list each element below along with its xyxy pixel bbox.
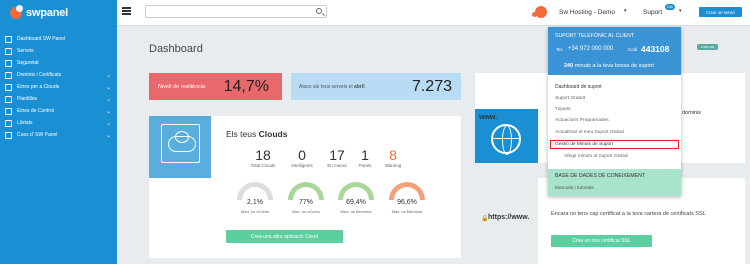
caret-down-icon[interactable]: ▾ (679, 8, 682, 14)
knowledge-base-title: BASE DE DADES DE CONEIXEMENT (555, 173, 645, 179)
sidebar-item-label: Dashboard SW Panel (17, 36, 66, 42)
gauge-max-vcores: 77% Max. ús vCores (286, 182, 326, 214)
server-icon (5, 47, 12, 55)
support-title: SUPORT TELEFÒNIC AL CLIENT (555, 33, 635, 39)
caret-down-icon[interactable]: ▾ (624, 8, 627, 14)
ssl-url: https://www. (488, 214, 530, 221)
stat-warning[interactable]: 8 Warning (373, 147, 413, 168)
sidebar-item-plantilles[interactable]: Plantilles ⌄ (0, 93, 117, 105)
avatar[interactable] (532, 6, 547, 18)
logo-icon (10, 5, 23, 19)
atacs-label: Atacs als teus serveis el abril (299, 84, 365, 90)
create-ssl-button[interactable]: Crea un nou certificat SSL (551, 235, 652, 247)
chevron-down-icon: ⌄ (105, 84, 111, 91)
sidebar-item-label: Plantilles (17, 96, 38, 102)
hamburger-menu-icon[interactable] (122, 7, 131, 15)
sidebar-item-serveis[interactable]: Serveis (0, 45, 117, 57)
create-cloud-button[interactable]: Crea una altra aplicació Cloud (226, 230, 343, 243)
menu-item-afegir-minuts[interactable]: Afegir minuts al Suport Global (564, 154, 628, 159)
chevron-down-icon: ⌄ (105, 132, 111, 139)
codi-value: 443108 (641, 44, 670, 54)
tel-value[interactable]: +34 972 000 000 (568, 46, 613, 52)
gauge-med-memoria: 69,4% Med. ús Memòria (336, 182, 376, 214)
resiliencia-value: 14,7% (223, 78, 269, 95)
atacs-card[interactable]: Atacs als teus serveis el abril 7.273 (291, 73, 461, 100)
page-title: Dashboard (149, 43, 203, 55)
gauge-max-memoria: 96,6% Max. ús Memòria (387, 182, 427, 214)
menu-item-actuacions[interactable]: Actuacions Programades (555, 118, 609, 123)
tel-label: Tel. (556, 47, 564, 52)
support-section-title: Dashboard de suport (555, 84, 602, 90)
dashboard-icon (5, 35, 12, 43)
create-service-button[interactable]: Crear un servei (699, 7, 742, 17)
template-icon (5, 95, 12, 103)
codi-label: Codi (628, 47, 638, 52)
menu-item-actualitzar-suport[interactable]: Actualitzar el meu Suport Global (555, 130, 624, 135)
sidebar-item-label: Serveis (17, 48, 34, 54)
gauge-med-vcores: 2,1% Med. ús vCores (235, 182, 275, 214)
chevron-down-icon: ⌄ (105, 120, 111, 127)
search-input[interactable] (145, 5, 327, 18)
menu-item-suport-gratuit[interactable]: Suport Gratuït (555, 96, 585, 101)
queue-icon (5, 131, 12, 139)
resiliencia-label: Nivell de resiliència (158, 84, 206, 90)
sidebar-item-cues[interactable]: Cues d' SW Panel ⌄ (0, 129, 117, 141)
menu-item-manuals[interactable]: Manuals i tutorials (555, 186, 594, 191)
sidebar-item-label: Seguretat (17, 60, 39, 66)
search-icon[interactable] (316, 8, 322, 14)
sidebar-item-seguretat[interactable]: Seguretat (0, 57, 117, 69)
logo-text: swpanel (26, 7, 69, 19)
sidebar-item-llistats[interactable]: Llistats ⌄ (0, 117, 117, 129)
sidebar-item-label: Llistats (17, 120, 33, 126)
ssl-text: Encara no tens cap certificat a la teva … (551, 211, 706, 217)
www-label: www. (479, 114, 498, 121)
sidebar-item-dominis[interactable]: Dominis i Certificats ⌄ (0, 69, 117, 81)
dominis-text: dominis (682, 110, 701, 116)
chevron-down-icon: ⌄ (105, 72, 111, 79)
list-icon (5, 119, 12, 127)
resiliencia-card[interactable]: Nivell de resiliència 14,7% (149, 73, 282, 100)
stat-total-clouds[interactable]: 18 Total Clouds (243, 147, 283, 168)
menu-item-tiquets[interactable]: Tiquets (555, 107, 571, 112)
atacs-value: 7.273 (411, 78, 452, 95)
cloud-icon (5, 83, 12, 91)
sidebar-item-eines-control[interactable]: Eines de Control ⌄ (0, 105, 117, 117)
sidebar-item-label: Dominis i Certificats (17, 72, 62, 78)
globe-icon (491, 124, 521, 155)
globe-icon (5, 71, 12, 79)
sidebar-item-label: Cues d' SW Panel (17, 132, 58, 138)
cloud-icon (161, 124, 200, 163)
chevron-down-icon: ⌄ (105, 96, 111, 103)
stat-intelligents[interactable]: 0 Intelligents (282, 147, 322, 168)
minutes-info: 240 minuts a la teva bossa de suport (564, 63, 654, 69)
clouds-title: Els teus Clouds (226, 129, 288, 139)
brand-logo[interactable]: swpanel (0, 0, 117, 26)
suport-menu[interactable]: Suport (643, 9, 662, 16)
check-icon (5, 107, 12, 115)
sidebar-item-label: Eines de Control (17, 108, 54, 114)
support-dropdown-header: SUPORT TELEFÒNIC AL CLIENT Tel. +34 972 … (548, 27, 681, 75)
user-name[interactable]: Sw Hosting - Demo (559, 9, 615, 16)
shield-icon (5, 59, 12, 67)
highlight-box (550, 140, 679, 149)
chevron-down-icon: ⌄ (105, 108, 111, 115)
sidebar: swpanel Dashboard SW Panel Serveis Segur… (0, 0, 117, 264)
status-badge: 2.500.000 (697, 44, 718, 50)
suport-badge: 24h (665, 4, 675, 10)
sidebar-item-eines-clouds[interactable]: Eines per a Clouds ⌄ (0, 81, 117, 93)
knowledge-base-section: BASE DE DADES DE CONEIXEMENT Manuals i t… (548, 169, 681, 196)
sidebar-item-dashboard[interactable]: Dashboard SW Panel (0, 33, 117, 45)
sidebar-item-label: Eines per a Clouds (17, 84, 60, 90)
